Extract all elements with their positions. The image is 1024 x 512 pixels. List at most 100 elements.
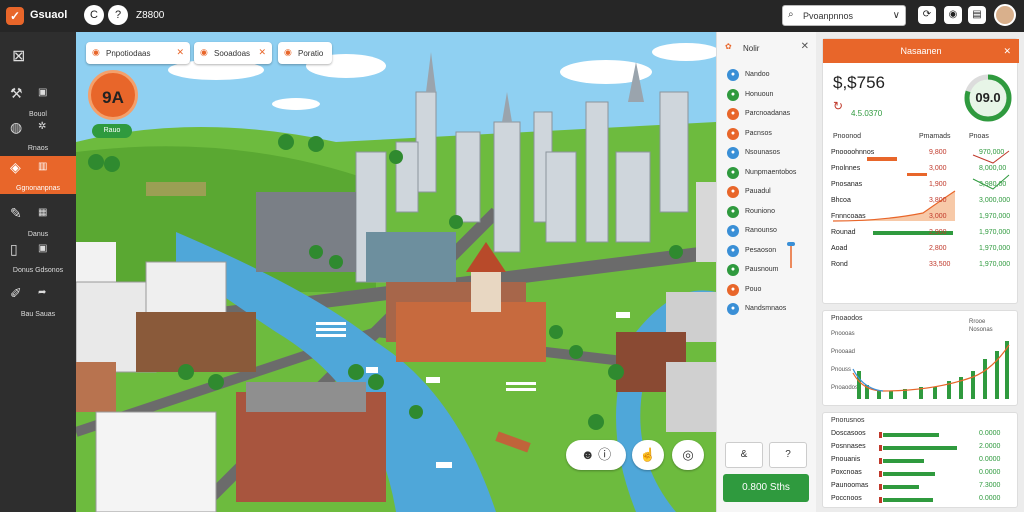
- sidebar-item-build[interactable]: ⚒ ▣ Bouol: [0, 82, 76, 120]
- list-item[interactable]: ● Pouo: [717, 283, 817, 297]
- list-item-label: Nunpmaentobos: [745, 168, 797, 176]
- filter-chip-2[interactable]: ◉ Sooadoas ✕: [194, 42, 272, 64]
- camera-icon[interactable]: ◉: [944, 6, 962, 24]
- search-input[interactable]: ⌕ Pvoanpnnos ∨: [782, 5, 906, 26]
- action-button-left[interactable]: &: [725, 442, 763, 468]
- ring-value: 09.0: [975, 90, 1001, 105]
- list-item[interactable]: ● Parcnoadanas: [717, 107, 817, 121]
- list-item[interactable]: ● Rouniono: [717, 205, 817, 219]
- tag-icon: ◉: [284, 47, 292, 57]
- close-icon[interactable]: ✕: [801, 41, 809, 52]
- list-item[interactable]: ● Pauadul: [717, 185, 817, 199]
- search-text: Pvoanpnnos: [803, 11, 854, 21]
- close-icon[interactable]: ✕: [1003, 39, 1011, 63]
- tag-icon: ◉: [200, 47, 208, 57]
- status-dot-icon: ●: [727, 186, 739, 198]
- sidebar-item-services[interactable]: ▯ ▣ Donus Gdsonos: [0, 238, 76, 276]
- list-item-label: Honuoun: [745, 90, 774, 98]
- filter-chip-3[interactable]: ◉ Poratio: [278, 42, 332, 64]
- total-value: $,$756: [833, 73, 885, 92]
- close-icon[interactable]: ✕: [176, 47, 184, 58]
- row-amount: 1,900: [929, 181, 947, 188]
- table-row[interactable]: Pnolnnes 3,000 8,000,00: [829, 163, 1015, 177]
- sidebar-item-budget[interactable]: ✐ ➦ Bau Sauas: [0, 282, 76, 320]
- status-dot-icon: ●: [727, 225, 739, 237]
- breakdown-row[interactable]: Doscasoos 0.0000: [829, 429, 1015, 441]
- flower-icon: ✿: [725, 42, 732, 51]
- marker-icon: [879, 484, 882, 490]
- confirm-button[interactable]: 0.800 Sths: [723, 474, 809, 502]
- row-name: Bhcoa: [831, 197, 851, 204]
- tag-icon: ◉: [92, 47, 100, 57]
- table-row[interactable]: Pnosanas 1,900 3,980,00: [829, 179, 1015, 193]
- progress-bar: [883, 472, 935, 476]
- avatar[interactable]: [994, 4, 1016, 26]
- table-row[interactable]: Rond 33,500 1,970,000: [829, 259, 1015, 273]
- pointer-button[interactable]: ☝: [632, 440, 664, 470]
- row-total: 1,970,000: [979, 213, 1011, 220]
- marker-icon: [879, 471, 882, 477]
- sidebar-item-tools[interactable]: ✎ ▦ Danus: [0, 202, 76, 240]
- city-scene: [76, 32, 716, 512]
- sidebar-item-label: Donus Gdsonos: [12, 267, 64, 274]
- breakdown-card: Pnorusnos Doscasoos 0.0000 Posnnases 2.0000…: [822, 412, 1018, 508]
- status-dot-icon: ●: [727, 88, 739, 101]
- table-row[interactable]: Rounad 2,900 1,970,000: [829, 227, 1015, 241]
- status-dot-icon: ●: [727, 166, 739, 179]
- progress-bar: [883, 485, 919, 489]
- table-row[interactable]: Pnoooohnnos 9,800 970,000: [829, 147, 1015, 161]
- history-chart-card: Pnoaodos Pnoooas Pnooaad Pnouss Pnoaodos…: [822, 310, 1018, 406]
- table-row[interactable]: Fnnncoaas 3,000 1,970,000: [829, 211, 1015, 225]
- list-item[interactable]: ● Honuoun: [717, 88, 817, 102]
- back-icon[interactable]: C: [84, 5, 104, 25]
- top-bar: ✓ Gsuaol C ? Z8800 ⌕ Pvoanpnnos ∨ ⟳ ◉ ▤: [0, 0, 1024, 32]
- row-value: 0.0000: [979, 495, 1001, 502]
- row-value: 0.0000: [979, 430, 1001, 437]
- status-dot-icon: ●: [727, 283, 739, 296]
- panel-icon: ▣: [38, 243, 48, 254]
- list-item[interactable]: ● Ranounso: [717, 224, 817, 238]
- breakdown-row[interactable]: Pnouanis 0.0000: [829, 455, 1015, 467]
- list-item[interactable]: ● Pacnsos: [717, 127, 817, 141]
- list-item-label: Ranounso: [745, 227, 777, 234]
- map-grid-icon[interactable]: ⊠: [12, 46, 25, 66]
- score-status-badge: Rauo: [92, 124, 132, 138]
- breakdown-row[interactable]: Posnnases 2.0000: [829, 442, 1015, 454]
- table-row[interactable]: Aoad 2,800 1,970,000: [829, 243, 1015, 257]
- phone-icon: ▯: [10, 241, 18, 257]
- list-item[interactable]: ● Nandoo: [717, 68, 817, 82]
- filter-chip-1[interactable]: ◉ Pnpotiodaas ✕: [86, 42, 190, 64]
- help-icon[interactable]: ?: [108, 5, 128, 25]
- list-item[interactable]: ● Nunpmaentobos: [717, 166, 817, 180]
- breakdown-row[interactable]: Poxcnoas 0.0000: [829, 468, 1015, 480]
- sidebar-item-zones[interactable]: ◈ ▥ Ggnonanpnas: [0, 156, 76, 194]
- chip-label: Pnpotiodaas: [106, 49, 151, 58]
- slider-handle[interactable]: [787, 242, 795, 268]
- edit-icon: ✐: [10, 285, 22, 301]
- action-button-right[interactable]: ?: [769, 442, 807, 468]
- city-map-view[interactable]: ◉ Pnpotiodaas ✕ ◉ Sooadoas ✕ ◉ Poratio 9…: [76, 32, 716, 512]
- status-dot-icon: ●: [727, 303, 739, 315]
- list-item[interactable]: ● Pausnoum: [717, 263, 817, 277]
- close-icon[interactable]: ✕: [258, 47, 266, 58]
- sidebar-item-roads[interactable]: ◍ ✲ Rnaos: [0, 116, 76, 154]
- breakdown-row[interactable]: Paunoomas 7.3000: [829, 481, 1015, 493]
- list-item-label: Pouo: [745, 285, 762, 293]
- refresh-icon[interactable]: ⟳: [918, 6, 936, 24]
- breakdown-row[interactable]: Poccnoos 0.0000: [829, 494, 1015, 506]
- table-row[interactable]: Bhcoa 3,800 3,000,000: [829, 195, 1015, 209]
- list-item-label: Pausnoum: [745, 266, 779, 273]
- list-item[interactable]: ● Nsounasos: [717, 146, 817, 160]
- status-dot-icon: ●: [727, 244, 739, 257]
- person-info-button[interactable]: ☻ ⓘ: [566, 440, 626, 470]
- list-item[interactable]: ● Pesaoson: [717, 244, 817, 258]
- row-amount: 3,000: [929, 213, 947, 220]
- chat-button[interactable]: ◎: [672, 440, 704, 470]
- row-amount: 2,900: [929, 229, 947, 236]
- document-icon[interactable]: ▤: [968, 6, 986, 24]
- progress-bar: [883, 433, 939, 437]
- box-icon: ▦: [38, 207, 48, 218]
- marker-icon: [879, 445, 882, 451]
- status-dot-icon: ●: [727, 147, 739, 159]
- list-item[interactable]: ● Nandsmnaos: [717, 302, 817, 316]
